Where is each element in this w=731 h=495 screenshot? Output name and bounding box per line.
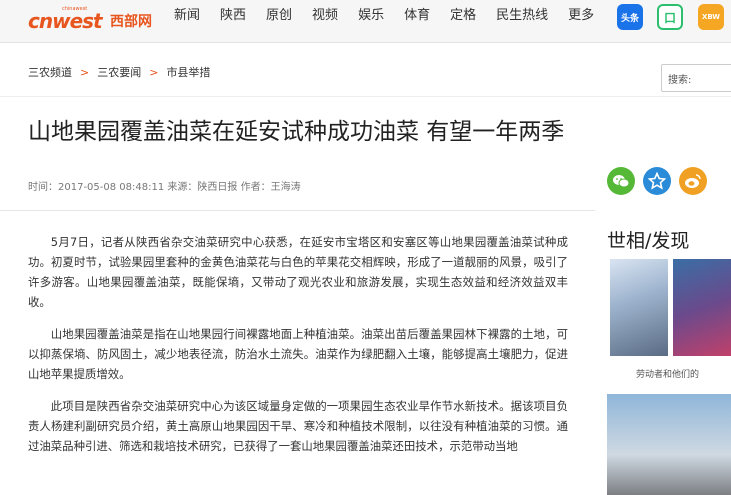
toutiao-icon[interactable]: 头条 [617,4,643,30]
nav-item-dingge[interactable]: 定格 [450,0,476,42]
nav-item-news[interactable]: 新闻 [174,0,200,42]
weibo-icon [685,174,701,188]
article-paragraph: 5月7日，记者从陕西省杂交油菜研究中心获悉，在延安市宝塔区和安塞区等山地果园覆盖… [28,235,568,309]
sidebar-thumbnail[interactable] [607,394,731,495]
nav-item-hotline[interactable]: 民生热线 [496,0,548,42]
toutiao-label: 头条 [620,13,639,24]
top-navbar: chinawest cnwest 西部网 新闻 陕西 原创 视频 娱乐 体育 定… [0,0,731,43]
sidebar-thumbnail[interactable] [610,259,668,356]
article-meta: 时间：2017-05-08 08:48:11 来源：陕西日报 作者：王海涛 [28,182,301,193]
star-icon [648,172,666,190]
article-title: 山地果园覆盖油菜在延安试种成功油菜 有望一年两季 [28,119,565,145]
article-paragraph: 此项目是陕西省杂交油菜研究中心为该区域量身定做的一项果园生态农业旱作节水新技术。… [28,399,568,453]
breadcrumb-item[interactable]: 三农要闻 [97,64,141,80]
app-icon[interactable]: 口 [657,4,683,30]
site-logo[interactable]: chinawest cnwest 西部网 [28,6,160,34]
divider [0,210,595,211]
wechat-icon [613,175,630,188]
search-label: 搜索: [668,75,692,86]
weibo-app-icon[interactable]: XBW [698,4,724,30]
nav-item-entertainment[interactable]: 娱乐 [358,0,384,42]
search-input[interactable]: 搜索: [661,64,731,92]
nav-item-shaanxi[interactable]: 陕西 [220,0,246,42]
breadcrumb-item[interactable]: 三农频道 [28,64,72,80]
breadcrumb: 三农频道 > 三农要闻 > 市县举措 [28,64,210,80]
sidebar-caption[interactable]: 劳动者和他们的 [636,367,699,380]
article-paragraph: 山地果园覆盖油菜是指在山地果园行间裸露地面上种植油菜。油菜出苗后覆盖果园林下裸露… [28,327,568,381]
nav-item-video[interactable]: 视频 [312,0,338,42]
weibo-app-label: XBW [701,13,721,21]
weibo-share-button[interactable] [679,167,707,195]
sidebar-title: 世相/发现 [607,230,690,252]
logo-wordmark: cnwest [28,9,103,33]
logo-chinese: 西部网 [110,14,152,30]
divider [0,96,731,97]
favorite-share-button[interactable] [643,167,671,195]
main-nav: 新闻 陕西 原创 视频 娱乐 体育 定格 民生热线 更多 [174,0,614,42]
nav-item-more[interactable]: 更多 [568,0,594,42]
chevron-right-icon: > [149,65,159,79]
sidebar-thumbnail[interactable] [673,259,731,356]
chevron-right-icon: > [80,65,90,79]
nav-item-sports[interactable]: 体育 [404,0,430,42]
article-body: 5月7日，记者从陕西省杂交油菜研究中心获悉，在延安市宝塔区和安塞区等山地果园覆盖… [28,232,568,468]
app-label: 口 [663,10,676,25]
wechat-share-button[interactable] [607,167,635,195]
nav-item-original[interactable]: 原创 [266,0,292,42]
breadcrumb-item[interactable]: 市县举措 [166,64,210,80]
